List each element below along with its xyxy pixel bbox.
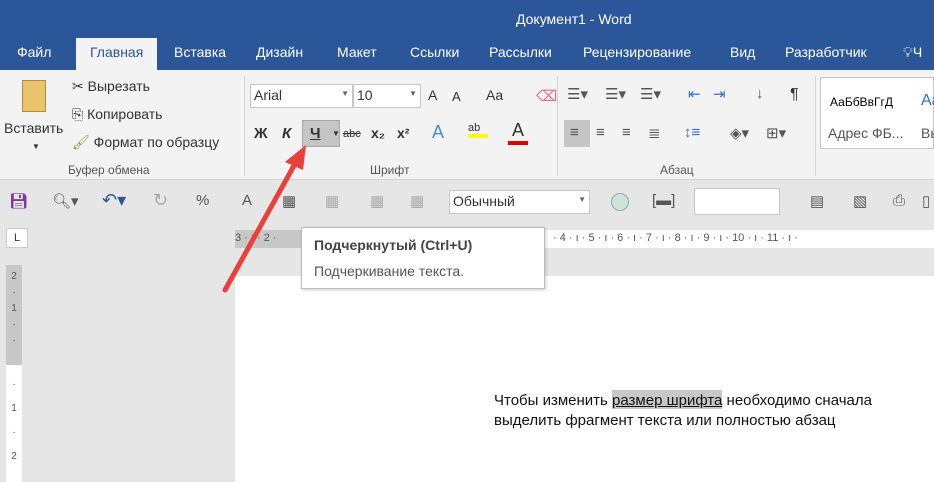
arrow-shaft [222, 159, 299, 293]
annotation-arrow [222, 145, 306, 293]
arrow-head [285, 145, 306, 170]
